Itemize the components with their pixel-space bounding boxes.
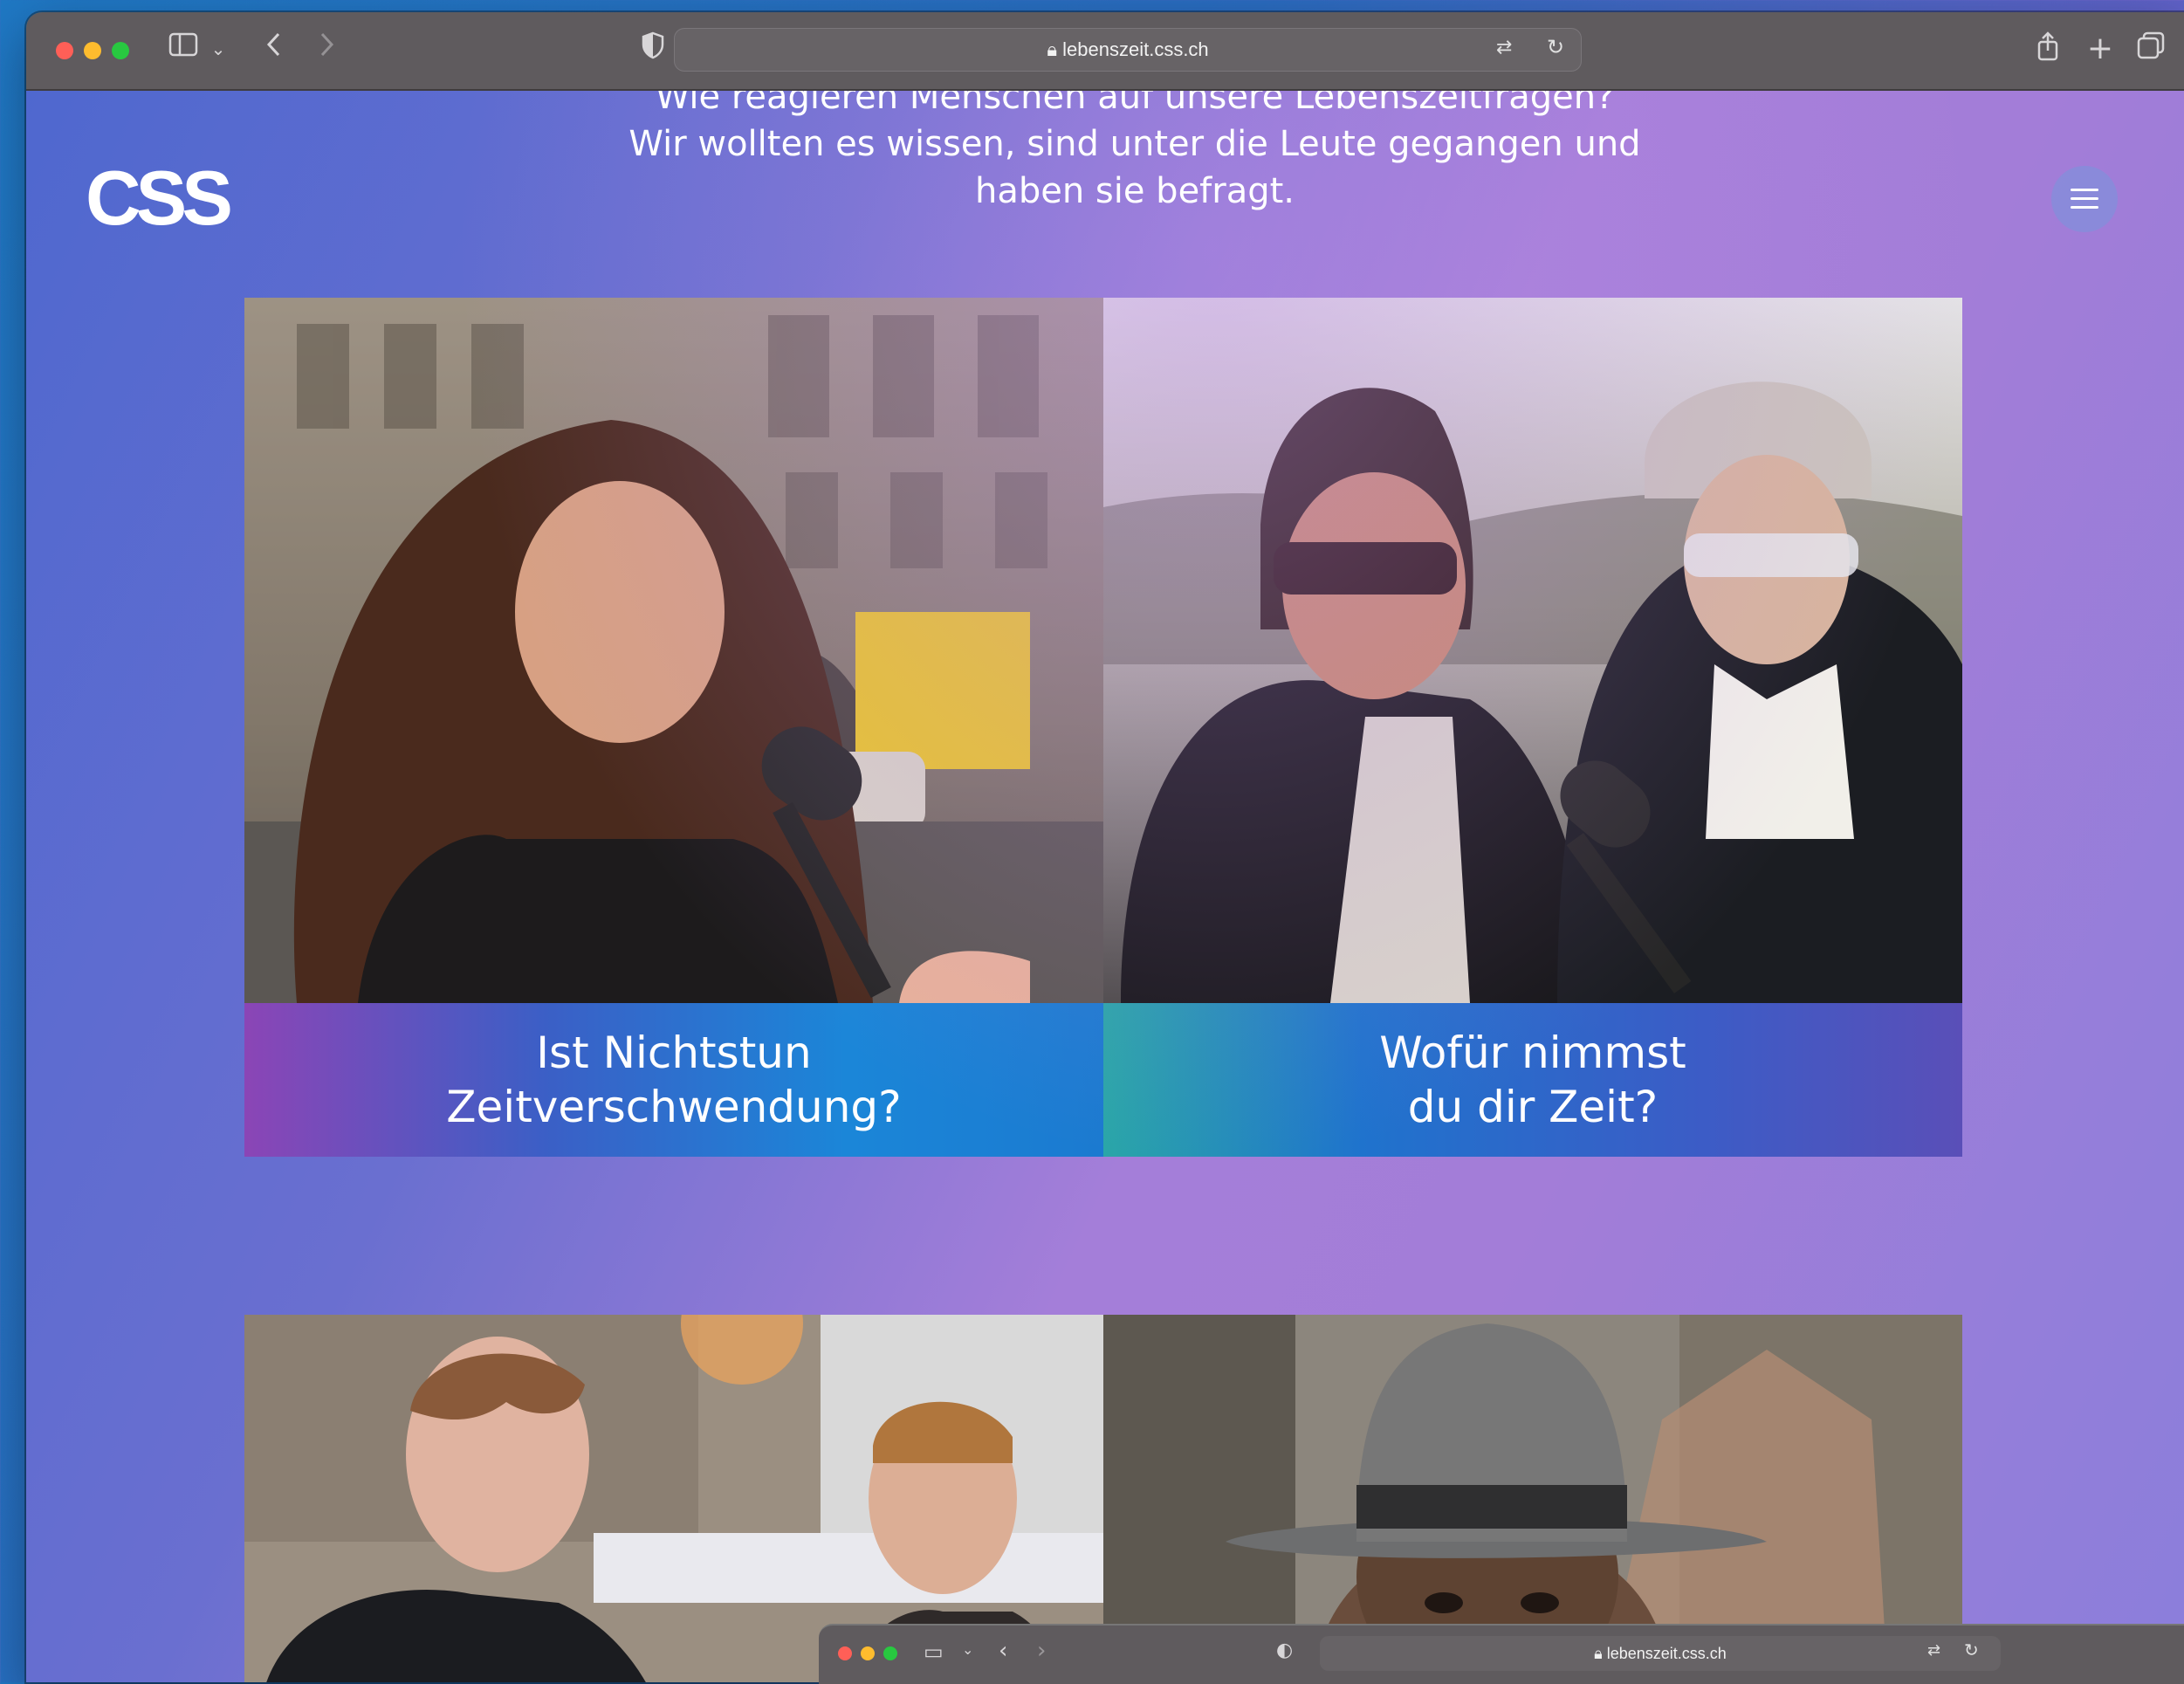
chevron-right-icon[interactable] bbox=[309, 31, 344, 66]
card-1-photo bbox=[244, 298, 1103, 1003]
second-url-label: lebenszeit.css.ch bbox=[1606, 1645, 1727, 1662]
card-2-caption: Wofür nimmst du dir Zeit? bbox=[1103, 1003, 1962, 1157]
minimize-window-button[interactable] bbox=[84, 42, 101, 59]
zoom-window-button[interactable] bbox=[112, 42, 129, 59]
intro-text: Wie reagieren Menschen auf unsere Lebens… bbox=[567, 91, 1702, 215]
hamburger-line bbox=[2071, 206, 2098, 209]
hamburger-line bbox=[2071, 189, 2098, 191]
page-viewport[interactable]: Wie reagieren Menschen auf unsere Lebens… bbox=[26, 91, 2184, 1682]
close-window-button[interactable] bbox=[56, 42, 73, 59]
card-2-photo bbox=[1103, 298, 1962, 1003]
second-chevron-left-icon[interactable]: ‹ bbox=[999, 1638, 1007, 1664]
share-icon[interactable] bbox=[2030, 31, 2065, 66]
plus-icon[interactable]: + bbox=[2083, 31, 2118, 66]
second-browser-window[interactable]: ▭ ⌄ ‹ › ◐ 🔒︎ lebenszeit.css.ch ⇄ ↻ bbox=[819, 1624, 2184, 1684]
url-label: lebenszeit.css.ch bbox=[1062, 38, 1209, 60]
second-zoom-button[interactable] bbox=[883, 1646, 897, 1660]
reload-icon[interactable]: ↻ bbox=[1547, 35, 1564, 59]
intro-line-1: Wie reagieren Menschen auf unsere Lebens… bbox=[655, 91, 1615, 117]
second-address-bar[interactable]: 🔒︎ lebenszeit.css.ch bbox=[1320, 1636, 2001, 1671]
card-1-caption-line-2: Zeitverschwendung? bbox=[446, 1082, 902, 1132]
translate-icon[interactable]: ⇄ bbox=[1496, 37, 1512, 58]
card-1-caption: Ist Nichtstun Zeitverschwendung? bbox=[244, 1003, 1103, 1157]
second-reload-icon[interactable]: ↻ bbox=[1964, 1639, 1979, 1660]
sidebar-icon[interactable] bbox=[166, 31, 201, 66]
video-card-2[interactable]: Wofür nimmst du dir Zeit? bbox=[1103, 298, 1962, 1157]
shield-icon[interactable] bbox=[637, 31, 669, 66]
hamburger-line bbox=[2071, 197, 2098, 200]
lock-icon: 🔒︎ bbox=[1047, 38, 1063, 60]
chevron-left-icon[interactable] bbox=[257, 31, 292, 66]
second-translate-icon[interactable]: ⇄ bbox=[1927, 1641, 1940, 1660]
card-1-caption-line-1: Ist Nichtstun bbox=[536, 1028, 812, 1078]
menu-button[interactable] bbox=[2051, 166, 2118, 232]
card-2-caption-line-2: du dir Zeit? bbox=[1407, 1082, 1659, 1132]
second-chevron-down-icon[interactable]: ⌄ bbox=[962, 1641, 973, 1658]
address-bar-text: 🔒︎ lebenszeit.css.ch bbox=[674, 28, 1582, 72]
chevron-down-icon[interactable]: ⌄ bbox=[208, 31, 229, 66]
second-sidebar-icon[interactable]: ▭ bbox=[924, 1639, 944, 1664]
browser-toolbar: ⌄ 🔒︎ lebenszeit.css.ch ⇄ ↻ + bbox=[26, 12, 2184, 91]
css-logo[interactable]: CSS bbox=[86, 154, 233, 243]
second-lock-icon: 🔒︎ bbox=[1594, 1645, 1607, 1662]
video-card-1[interactable]: Ist Nichtstun Zeitverschwendung? bbox=[244, 298, 1103, 1157]
intro-line-3: haben sie befragt. bbox=[974, 171, 1295, 211]
tabs-overview-icon[interactable] bbox=[2133, 31, 2168, 66]
second-shield-icon[interactable]: ◐ bbox=[1276, 1639, 1293, 1661]
card-2-caption-line-1: Wofür nimmst bbox=[1379, 1028, 1686, 1078]
second-close-button[interactable] bbox=[838, 1646, 852, 1660]
second-minimize-button[interactable] bbox=[861, 1646, 875, 1660]
browser-window: ⌄ 🔒︎ lebenszeit.css.ch ⇄ ↻ + Wie reagier… bbox=[26, 12, 2184, 1682]
intro-line-2: Wir wollten es wissen, sind unter die Le… bbox=[628, 124, 1641, 164]
address-bar[interactable]: 🔒︎ lebenszeit.css.ch ⇄ ↻ bbox=[674, 28, 1582, 72]
second-chevron-right-icon[interactable]: › bbox=[1037, 1638, 1046, 1664]
